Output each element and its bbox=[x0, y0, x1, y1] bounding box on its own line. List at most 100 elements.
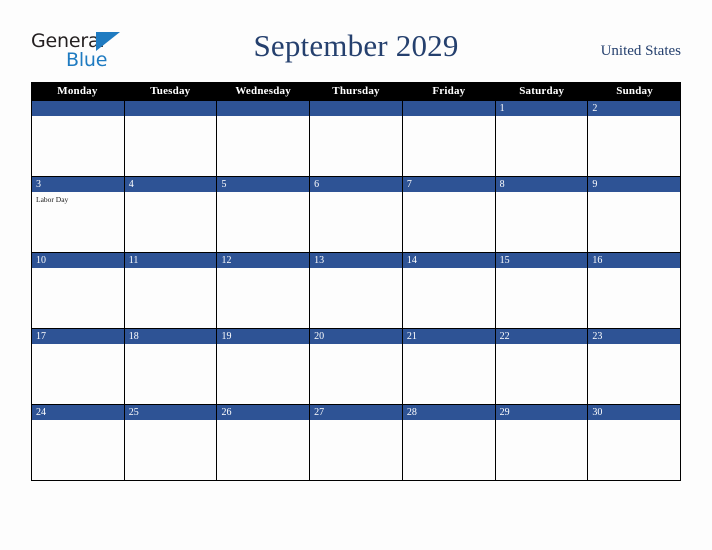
calendar-day-cell-23[interactable]: 23 bbox=[588, 329, 682, 405]
day-events: Labor Day bbox=[32, 192, 124, 252]
date-number: 12 bbox=[217, 253, 310, 268]
date-number: 21 bbox=[402, 329, 495, 344]
date-number bbox=[32, 101, 124, 116]
day-events bbox=[217, 344, 309, 404]
date-number: 24 bbox=[32, 405, 124, 420]
date-number: 15 bbox=[495, 253, 588, 268]
calendar-day-cell-16[interactable]: 16 bbox=[588, 253, 682, 329]
calendar-day-cell-17[interactable]: 17 bbox=[32, 329, 125, 405]
weekday-header-tuesday: Tuesday bbox=[150, 85, 191, 97]
date-number: 2 bbox=[588, 101, 681, 116]
weekday-header-saturday: Saturday bbox=[519, 85, 565, 97]
date-number: 30 bbox=[588, 405, 681, 420]
calendar-day-cell-empty[interactable] bbox=[402, 101, 496, 177]
calendar-day-cell-25[interactable]: 25 bbox=[124, 405, 218, 481]
calendar-day-cell-5[interactable]: 5 bbox=[217, 177, 311, 253]
calendar-day-cell-14[interactable]: 14 bbox=[402, 253, 496, 329]
day-events bbox=[496, 116, 588, 176]
date-number: 14 bbox=[402, 253, 495, 268]
calendar-day-cell-13[interactable]: 13 bbox=[310, 253, 403, 329]
calendar-week-row: 10 11 12 13 14 15 16 bbox=[31, 253, 682, 329]
calendar-day-cell-empty[interactable] bbox=[32, 101, 125, 177]
day-events bbox=[403, 344, 495, 404]
calendar-week-row: 12 bbox=[31, 101, 682, 177]
date-number: 9 bbox=[588, 177, 681, 192]
date-number bbox=[310, 101, 402, 116]
calendar-day-cell-empty[interactable] bbox=[310, 101, 403, 177]
date-number bbox=[402, 101, 495, 116]
date-number: 20 bbox=[310, 329, 402, 344]
calendar-day-cell-empty[interactable] bbox=[124, 101, 218, 177]
calendar-day-cell-8[interactable]: 8 bbox=[495, 177, 589, 253]
calendar-day-cell-10[interactable]: 10 bbox=[32, 253, 125, 329]
day-events bbox=[125, 268, 217, 328]
calendar-grid: Monday Tuesday Wednesday Thursday Friday Satu… bbox=[31, 82, 682, 481]
date-number: 4 bbox=[124, 177, 217, 192]
day-events bbox=[403, 420, 495, 480]
holiday-label: Labor Day bbox=[36, 195, 69, 204]
day-events bbox=[310, 268, 402, 328]
date-number: 3 bbox=[32, 177, 124, 192]
calendar-day-cell-1[interactable]: 1 bbox=[495, 101, 589, 177]
day-events bbox=[588, 192, 680, 252]
day-events bbox=[32, 420, 124, 480]
calendar-day-cell-3[interactable]: 3 Labor Day bbox=[32, 177, 125, 253]
day-events bbox=[217, 420, 309, 480]
calendar-day-cell-4[interactable]: 4 bbox=[124, 177, 218, 253]
calendar-day-cell-21[interactable]: 21 bbox=[402, 329, 496, 405]
calendar-day-cell-30[interactable]: 30 bbox=[588, 405, 682, 481]
date-number: 19 bbox=[217, 329, 310, 344]
date-number: 13 bbox=[310, 253, 402, 268]
calendar-day-cell-20[interactable]: 20 bbox=[310, 329, 403, 405]
date-number: 22 bbox=[495, 329, 588, 344]
date-number: 8 bbox=[495, 177, 588, 192]
day-events bbox=[217, 268, 309, 328]
calendar-day-cell-28[interactable]: 28 bbox=[402, 405, 496, 481]
day-events bbox=[496, 192, 588, 252]
day-events bbox=[125, 192, 217, 252]
calendar-day-cell-27[interactable]: 27 bbox=[310, 405, 403, 481]
day-events bbox=[496, 344, 588, 404]
day-events bbox=[32, 344, 124, 404]
date-number: 23 bbox=[588, 329, 681, 344]
calendar-day-cell-11[interactable]: 11 bbox=[124, 253, 218, 329]
calendar-day-cell-7[interactable]: 7 bbox=[402, 177, 496, 253]
calendar-day-cell-29[interactable]: 29 bbox=[495, 405, 589, 481]
date-number: 27 bbox=[310, 405, 402, 420]
day-events bbox=[496, 420, 588, 480]
day-events bbox=[496, 268, 588, 328]
day-events bbox=[588, 344, 680, 404]
calendar-day-cell-19[interactable]: 19 bbox=[217, 329, 311, 405]
day-events bbox=[403, 116, 495, 176]
calendar-weeks: 1 2 3 Labor Day 4 5 6 7 8 9 10 11 12 13 14 15 16 17 18 19 20… bbox=[31, 101, 682, 481]
page-header: General Blue September 2029 United State… bbox=[0, 0, 712, 82]
weekday-header-monday: Monday bbox=[57, 85, 98, 97]
calendar-day-cell-15[interactable]: 15 bbox=[495, 253, 589, 329]
calendar-day-cell-empty[interactable] bbox=[217, 101, 311, 177]
day-events bbox=[310, 192, 402, 252]
weekday-header-thursday: Thursday bbox=[332, 85, 380, 97]
calendar-day-cell-2[interactable]: 2 bbox=[588, 101, 682, 177]
weekday-header-wednesday: Wednesday bbox=[235, 85, 291, 97]
day-events bbox=[588, 268, 680, 328]
calendar-week-row: 3 Labor Day 4 5 6 7 8 9 bbox=[31, 177, 682, 253]
calendar-week-row: 24 25 26 27 28 29 30 bbox=[31, 405, 682, 481]
day-events bbox=[588, 420, 680, 480]
calendar-day-cell-26[interactable]: 26 bbox=[217, 405, 311, 481]
day-events bbox=[125, 420, 217, 480]
date-number: 5 bbox=[217, 177, 310, 192]
calendar-day-cell-12[interactable]: 12 bbox=[217, 253, 311, 329]
calendar-day-cell-24[interactable]: 24 bbox=[32, 405, 125, 481]
day-events bbox=[403, 268, 495, 328]
calendar-day-cell-6[interactable]: 6 bbox=[310, 177, 403, 253]
date-number: 17 bbox=[32, 329, 124, 344]
calendar-day-cell-18[interactable]: 18 bbox=[124, 329, 218, 405]
date-number: 29 bbox=[495, 405, 588, 420]
date-number: 16 bbox=[588, 253, 681, 268]
calendar-day-cell-9[interactable]: 9 bbox=[588, 177, 682, 253]
date-number: 25 bbox=[124, 405, 217, 420]
calendar-day-cell-22[interactable]: 22 bbox=[495, 329, 589, 405]
day-events bbox=[403, 192, 495, 252]
day-events bbox=[310, 344, 402, 404]
date-number bbox=[124, 101, 217, 116]
